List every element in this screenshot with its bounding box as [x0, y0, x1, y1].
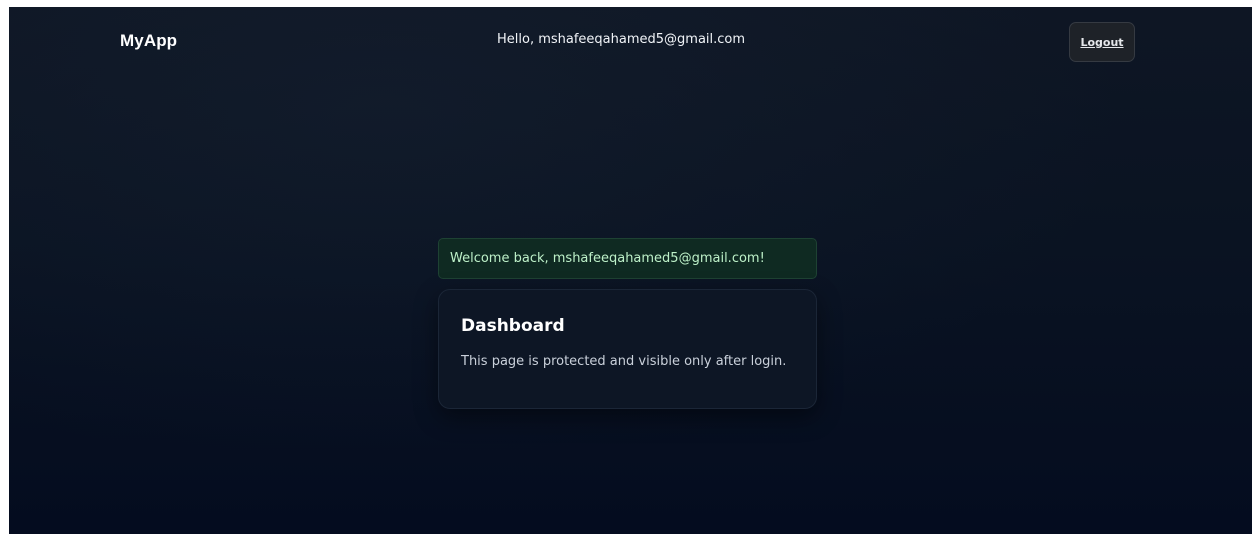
dashboard-card: Dashboard This page is protected and vis… — [438, 289, 817, 409]
user-greeting: Hello, mshafeeqahamed5@gmail.com — [497, 32, 746, 47]
logout-button[interactable]: Logout — [1069, 22, 1135, 62]
dashboard-title: Dashboard — [461, 316, 565, 336]
brand-logo[interactable]: MyApp — [120, 31, 177, 51]
welcome-flash-message: Welcome back, mshafeeqahamed5@gmail.com! — [438, 238, 817, 279]
app-viewport: MyApp Hello, mshafeeqahamed5@gmail.com L… — [9, 7, 1252, 534]
dashboard-description: This page is protected and visible only … — [461, 354, 787, 369]
top-navbar: MyApp Hello, mshafeeqahamed5@gmail.com L… — [9, 7, 1252, 77]
flash-message-text: Welcome back, mshafeeqahamed5@gmail.com! — [450, 251, 765, 266]
